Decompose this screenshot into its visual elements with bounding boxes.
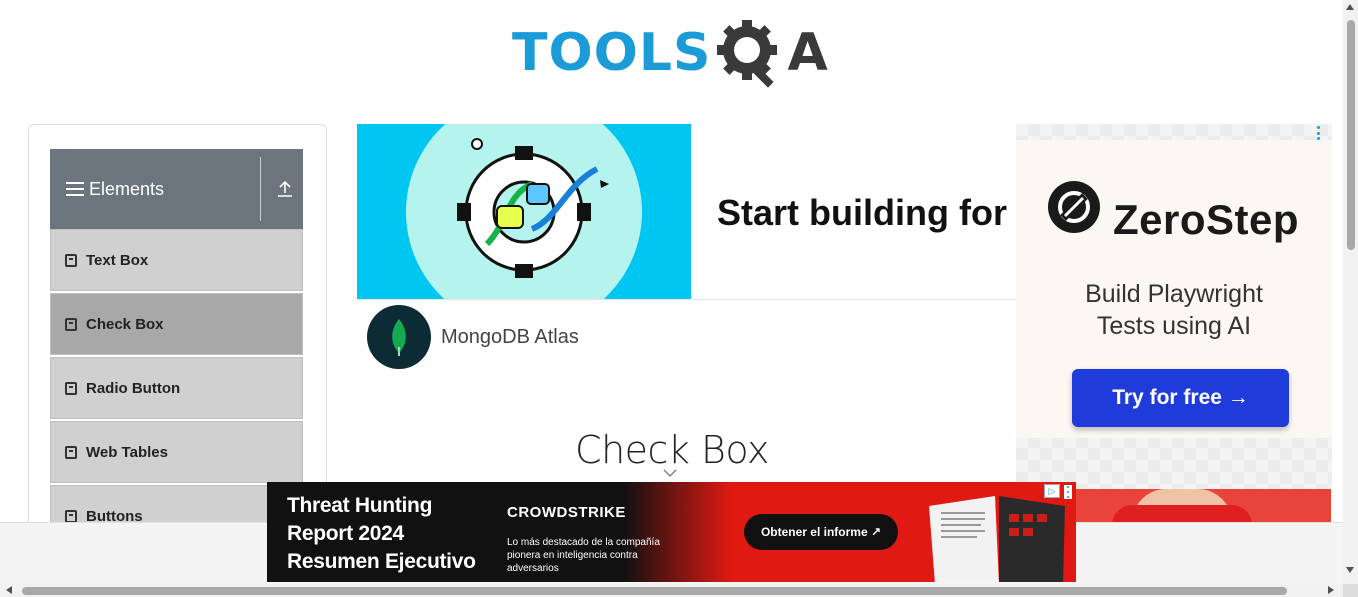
sidebar-item-label: Radio Button <box>86 379 181 397</box>
chevron-down-icon <box>663 469 677 477</box>
horizontal-scrollbar[interactable] <box>0 584 1343 597</box>
html5-icon <box>65 509 77 523</box>
adchoices-icon[interactable]: ▷ <box>1044 484 1060 498</box>
sidebar-item-text-box[interactable]: Text Box <box>50 229 303 291</box>
sidebar-item-radio-button[interactable]: Radio Button <box>50 357 303 419</box>
gear-magnifier-icon <box>717 20 778 88</box>
sidebar-item-label: Check Box <box>86 315 164 333</box>
banner-title-line-2: Report 2024 <box>287 522 404 545</box>
tagline-line-2: Tests using AI <box>1096 312 1252 340</box>
ad-headline: Start building for fr <box>717 192 1037 233</box>
page: TOOLS A Elements Text Box Check Box Radi… <box>0 0 1358 597</box>
elements-group-header[interactable]: Elements <box>50 149 303 229</box>
advertiser-row[interactable]: MongoDB Atlas <box>367 305 579 369</box>
html5-icon <box>65 445 77 459</box>
sidebar-menu-list: Text Box Check Box Radio Button Web Tabl… <box>50 229 303 549</box>
advertiser-name: MongoDB Atlas <box>441 325 579 348</box>
sidebar-item-label: Text Box <box>86 251 149 269</box>
banner-title: Threat Hunting Report 2024 Resumen Ejecu… <box>287 492 497 576</box>
sidebar-item-check-box[interactable]: Check Box <box>50 293 303 355</box>
scroll-right-arrow-icon[interactable] <box>1328 586 1334 594</box>
toolsqa-logo[interactable]: TOOLS A <box>512 16 828 90</box>
scroll-left-arrow-icon[interactable] <box>6 586 12 594</box>
crowdstrike-logo: CROWDSTRIKE <box>507 504 626 521</box>
secondary-ad-preview[interactable] <box>1076 489 1331 523</box>
tagline-line-1: Build Playwright <box>1085 280 1263 308</box>
html5-icon <box>65 381 77 395</box>
zerostep-brand: ZeroStep <box>1113 196 1300 243</box>
ad-shirt-image <box>1112 505 1252 523</box>
scroll-down-arrow-icon[interactable] <box>1346 567 1354 573</box>
banner-title-line-3: Resumen Ejecutivo <box>287 550 476 573</box>
hamburger-icon <box>66 182 84 196</box>
group-divider <box>260 157 261 221</box>
page-title: Check Box <box>575 428 769 472</box>
gear-plug-illustration <box>357 124 691 299</box>
vertical-scroll-thumb[interactable] <box>1347 20 1355 250</box>
mongodb-leaf-icon <box>367 305 431 369</box>
try-for-free-button[interactable]: Try for free → <box>1072 369 1289 427</box>
sidebar-item-label: Web Tables <box>86 443 168 461</box>
zerostep-ad[interactable]: ZeroStep Build Playwright Tests using AI… <box>1016 124 1332 489</box>
logo-text: TOOLS <box>512 23 712 83</box>
vertical-scrollbar[interactable] <box>1343 0 1358 597</box>
group-title: Elements <box>89 178 165 199</box>
upload-arrow-icon[interactable] <box>275 179 295 199</box>
get-report-button[interactable]: Obtener el informe ↗ <box>744 514 898 550</box>
html5-icon <box>65 317 77 331</box>
sidebar-panel: Elements Text Box Check Box Radio Button… <box>28 124 327 547</box>
mongodb-ad[interactable]: Start building for fr <box>357 124 1037 300</box>
banner-title-line-1: Threat Hunting <box>287 494 433 517</box>
crowdstrike-description: Lo más destacado de la compañía pionera … <box>507 537 660 574</box>
horizontal-scroll-thumb[interactable] <box>22 587 1287 595</box>
zerostep-card: ZeroStep Build Playwright Tests using AI… <box>1016 140 1332 438</box>
logo-text-a: A <box>787 23 828 83</box>
ad-illustration <box>357 124 691 299</box>
zerostep-tagline: Build Playwright Tests using AI <box>1016 278 1332 342</box>
report-booklet-image <box>929 496 1065 582</box>
sidebar-item-web-tables[interactable]: Web Tables <box>50 421 303 483</box>
ad-options-icon[interactable] <box>1064 485 1072 499</box>
zerostep-logo-icon <box>1048 181 1100 233</box>
scrollbar-corner <box>1343 584 1358 597</box>
scroll-up-arrow-icon[interactable] <box>1346 4 1354 10</box>
crowdstrike-banner-ad[interactable]: Threat Hunting Report 2024 Resumen Ejecu… <box>267 482 1076 582</box>
html5-icon <box>65 253 77 267</box>
ad-options-icon[interactable] <box>1315 126 1321 140</box>
